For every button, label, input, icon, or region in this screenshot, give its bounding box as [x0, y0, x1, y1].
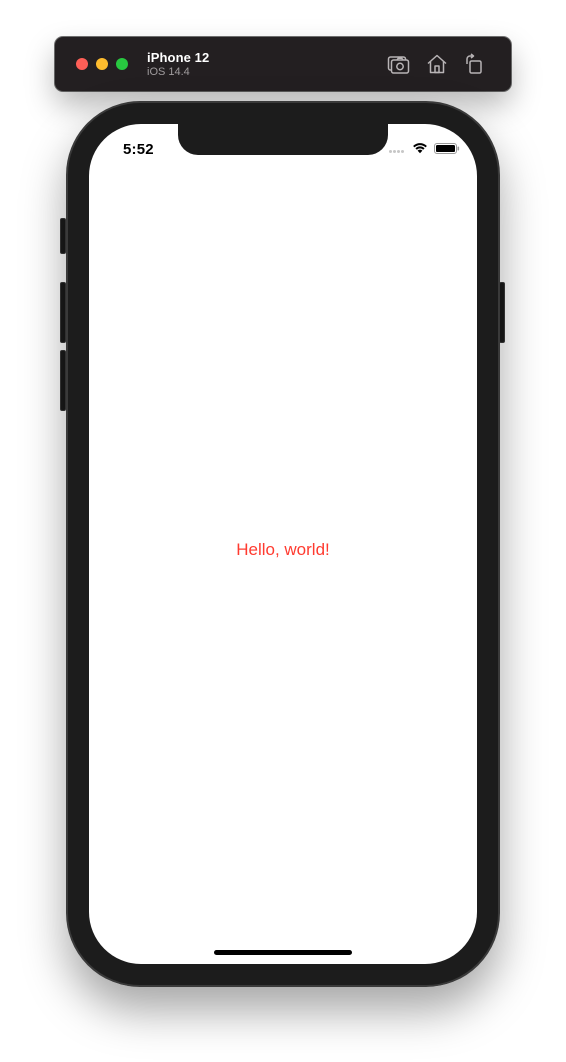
wifi-icon [411, 140, 429, 154]
window-close-button[interactable] [76, 58, 88, 70]
simulator-toolbar: iPhone 12 iOS 14.4 [55, 37, 511, 91]
home-indicator[interactable] [214, 950, 352, 955]
device-os-version: iOS 14.4 [147, 66, 190, 78]
hello-world-label: Hello, world! [236, 540, 330, 559]
window-minimize-button[interactable] [96, 58, 108, 70]
screenshot-icon[interactable] [386, 52, 410, 76]
simulator-stage: iPhone 12 iOS 14.4 5:52 Hello, world! [0, 0, 566, 1062]
device-screen: 5:52 Hello, world! [89, 124, 477, 964]
notch [178, 124, 388, 155]
cellular-signal-icon [389, 150, 407, 154]
home-icon[interactable] [425, 52, 449, 76]
rotate-icon[interactable] [462, 52, 486, 76]
status-time: 5:52 [123, 141, 154, 158]
window-zoom-button[interactable] [116, 58, 128, 70]
device-name: iPhone 12 [147, 50, 210, 65]
battery-icon [434, 143, 460, 154]
